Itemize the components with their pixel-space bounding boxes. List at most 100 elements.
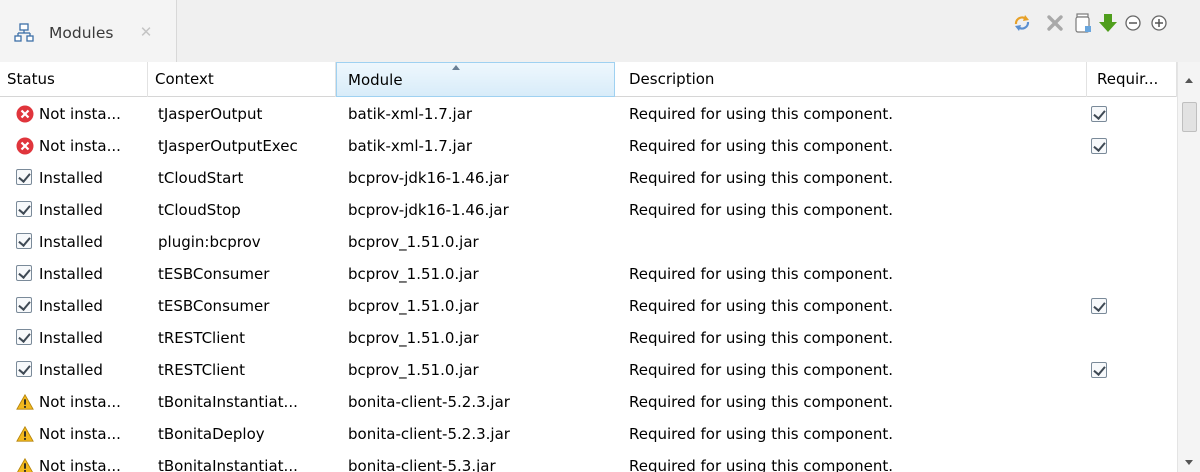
status-cell: Installed xyxy=(0,322,148,354)
module-cell: bcprov_1.51.0.jar xyxy=(348,233,479,251)
close-icon[interactable]: ✕ xyxy=(138,24,154,40)
installed-checkbox-icon xyxy=(16,297,34,315)
collapse-button[interactable] xyxy=(1121,10,1145,36)
import-jar-icon xyxy=(1075,13,1091,33)
status-label: Installed xyxy=(39,361,103,379)
sort-ascending-icon xyxy=(452,65,460,70)
module-cell: batik-xml-1.7.jar xyxy=(348,105,473,123)
required-checkbox[interactable] xyxy=(1091,298,1107,314)
status-cell: Installed xyxy=(0,354,148,386)
context-cell: tJasperOutputExec xyxy=(158,137,298,155)
column-header-module[interactable]: Module xyxy=(336,62,615,97)
description-cell: Required for using this component. xyxy=(629,169,893,187)
description-cell: Required for using this component. xyxy=(629,265,893,283)
description-cell: Required for using this component. xyxy=(629,393,893,411)
status-label: Not insta... xyxy=(39,457,121,472)
context-cell: tRESTClient xyxy=(158,361,246,379)
context-cell: tBonitaInstantiat... xyxy=(158,393,298,411)
description-cell: Required for using this component. xyxy=(629,201,893,219)
context-cell: tESBConsumer xyxy=(158,297,270,315)
context-cell: tBonitaDeploy xyxy=(158,425,265,443)
refresh-button[interactable] xyxy=(1010,10,1034,36)
status-label: Installed xyxy=(39,297,103,315)
status-label: Installed xyxy=(39,329,103,347)
table-row[interactable]: Installed tESBConsumer bcprov_1.51.0.jar Re… xyxy=(0,290,1177,322)
table-row[interactable]: Installed plugin:bcprov bcprov_1.51.0.jar xyxy=(0,226,1177,258)
status-cell: Not insta... xyxy=(0,130,148,162)
download-button[interactable] xyxy=(1096,10,1120,36)
table-row[interactable]: Installed tCloudStart bcprov-jdk16-1.46.ja… xyxy=(0,162,1177,194)
module-cell: bonita-client-5.2.3.jar xyxy=(348,425,510,443)
status-cell: Installed xyxy=(0,194,148,226)
error-icon xyxy=(16,105,34,123)
table-row[interactable]: Not insta... tBonitaInstantiat... bonita-c… xyxy=(0,450,1177,472)
context-cell: tRESTClient xyxy=(158,329,246,347)
required-cell xyxy=(1087,162,1177,194)
chevron-up-icon xyxy=(1185,77,1193,83)
context-cell: plugin:bcprov xyxy=(158,233,261,251)
status-label: Not insta... xyxy=(39,393,121,411)
installed-checkbox-icon xyxy=(16,265,34,283)
required-cell xyxy=(1087,450,1177,472)
module-cell: bcprov_1.51.0.jar xyxy=(348,329,479,347)
module-cell: bcprov-jdk16-1.46.jar xyxy=(348,201,509,219)
table-row[interactable]: Not insta... tJasperOutputExec batik-xml-1… xyxy=(0,130,1177,162)
refresh-icon xyxy=(1014,15,1030,31)
table-row[interactable]: Installed tRESTClient bcprov_1.51.0.jar Req… xyxy=(0,322,1177,354)
column-header-status[interactable]: Status xyxy=(0,62,148,97)
column-header-required[interactable]: Requir... xyxy=(1087,62,1177,97)
modules-tab[interactable]: Modules ✕ xyxy=(0,0,177,62)
required-checkbox[interactable] xyxy=(1091,138,1107,154)
description-cell xyxy=(615,226,1087,258)
module-cell: bcprov-jdk16-1.46.jar xyxy=(348,169,509,187)
status-cell: Not insta... xyxy=(0,386,148,418)
status-label: Not insta... xyxy=(39,425,121,443)
status-cell: Installed xyxy=(0,258,148,290)
warning-icon xyxy=(16,393,34,411)
table-row[interactable]: Installed tCloudStop bcprov-jdk16-1.46.jar… xyxy=(0,194,1177,226)
context-cell: tCloudStart xyxy=(158,169,244,187)
installed-checkbox-icon xyxy=(16,201,34,219)
table-row[interactable]: Not insta... tBonitaInstantiat... bonita-c… xyxy=(0,386,1177,418)
module-cell: bcprov_1.51.0.jar xyxy=(348,265,479,283)
module-cell: bcprov_1.51.0.jar xyxy=(348,361,479,379)
scroll-up-button[interactable] xyxy=(1178,62,1200,97)
required-checkbox[interactable] xyxy=(1091,362,1107,378)
error-icon xyxy=(16,137,34,155)
scroll-down-button[interactable] xyxy=(1178,454,1200,472)
status-label: Installed xyxy=(39,169,103,187)
chevron-down-icon xyxy=(1185,460,1193,465)
column-header-description[interactable]: Description xyxy=(615,62,1087,97)
expand-button[interactable] xyxy=(1147,10,1171,36)
required-checkbox[interactable] xyxy=(1091,106,1107,122)
description-cell: Required for using this component. xyxy=(629,137,893,155)
remove-button[interactable] xyxy=(1043,10,1067,36)
module-cell: batik-xml-1.7.jar xyxy=(348,137,473,155)
status-label: Installed xyxy=(39,201,103,219)
module-cell: bonita-client-5.2.3.jar xyxy=(348,393,510,411)
scroll-thumb[interactable] xyxy=(1182,102,1197,132)
table-row[interactable]: Not insta... tJasperOutput batik-xml-1.7.j… xyxy=(0,98,1177,130)
context-cell: tBonitaInstantiat... xyxy=(158,457,298,472)
required-cell xyxy=(1087,98,1177,130)
table-row[interactable]: Not insta... tBonitaDeploy bonita-client-5… xyxy=(0,418,1177,450)
required-cell xyxy=(1087,386,1177,418)
vertical-scrollbar[interactable] xyxy=(1177,62,1200,472)
installed-checkbox-icon xyxy=(16,233,34,251)
view-toolbar xyxy=(1010,10,1200,36)
description-cell: Required for using this component. xyxy=(629,297,893,315)
table-row[interactable]: Installed tESBConsumer bcprov_1.51.0.jar Re… xyxy=(0,258,1177,290)
description-cell: Required for using this component. xyxy=(629,361,893,379)
context-cell: tESBConsumer xyxy=(158,265,270,283)
status-cell: Not insta... xyxy=(0,450,148,472)
column-header-context[interactable]: Context xyxy=(148,62,336,97)
table-row[interactable]: Installed tRESTClient bcprov_1.51.0.jar Req… xyxy=(0,354,1177,386)
description-cell: Required for using this component. xyxy=(629,425,893,443)
required-cell xyxy=(1087,418,1177,450)
remove-icon xyxy=(1047,15,1063,31)
import-button[interactable] xyxy=(1071,10,1095,36)
module-cell: bcprov_1.51.0.jar xyxy=(348,297,479,315)
column-header-module-label: Module xyxy=(348,71,403,89)
download-arrow-icon xyxy=(1099,14,1117,32)
modules-tree-icon xyxy=(14,23,34,43)
